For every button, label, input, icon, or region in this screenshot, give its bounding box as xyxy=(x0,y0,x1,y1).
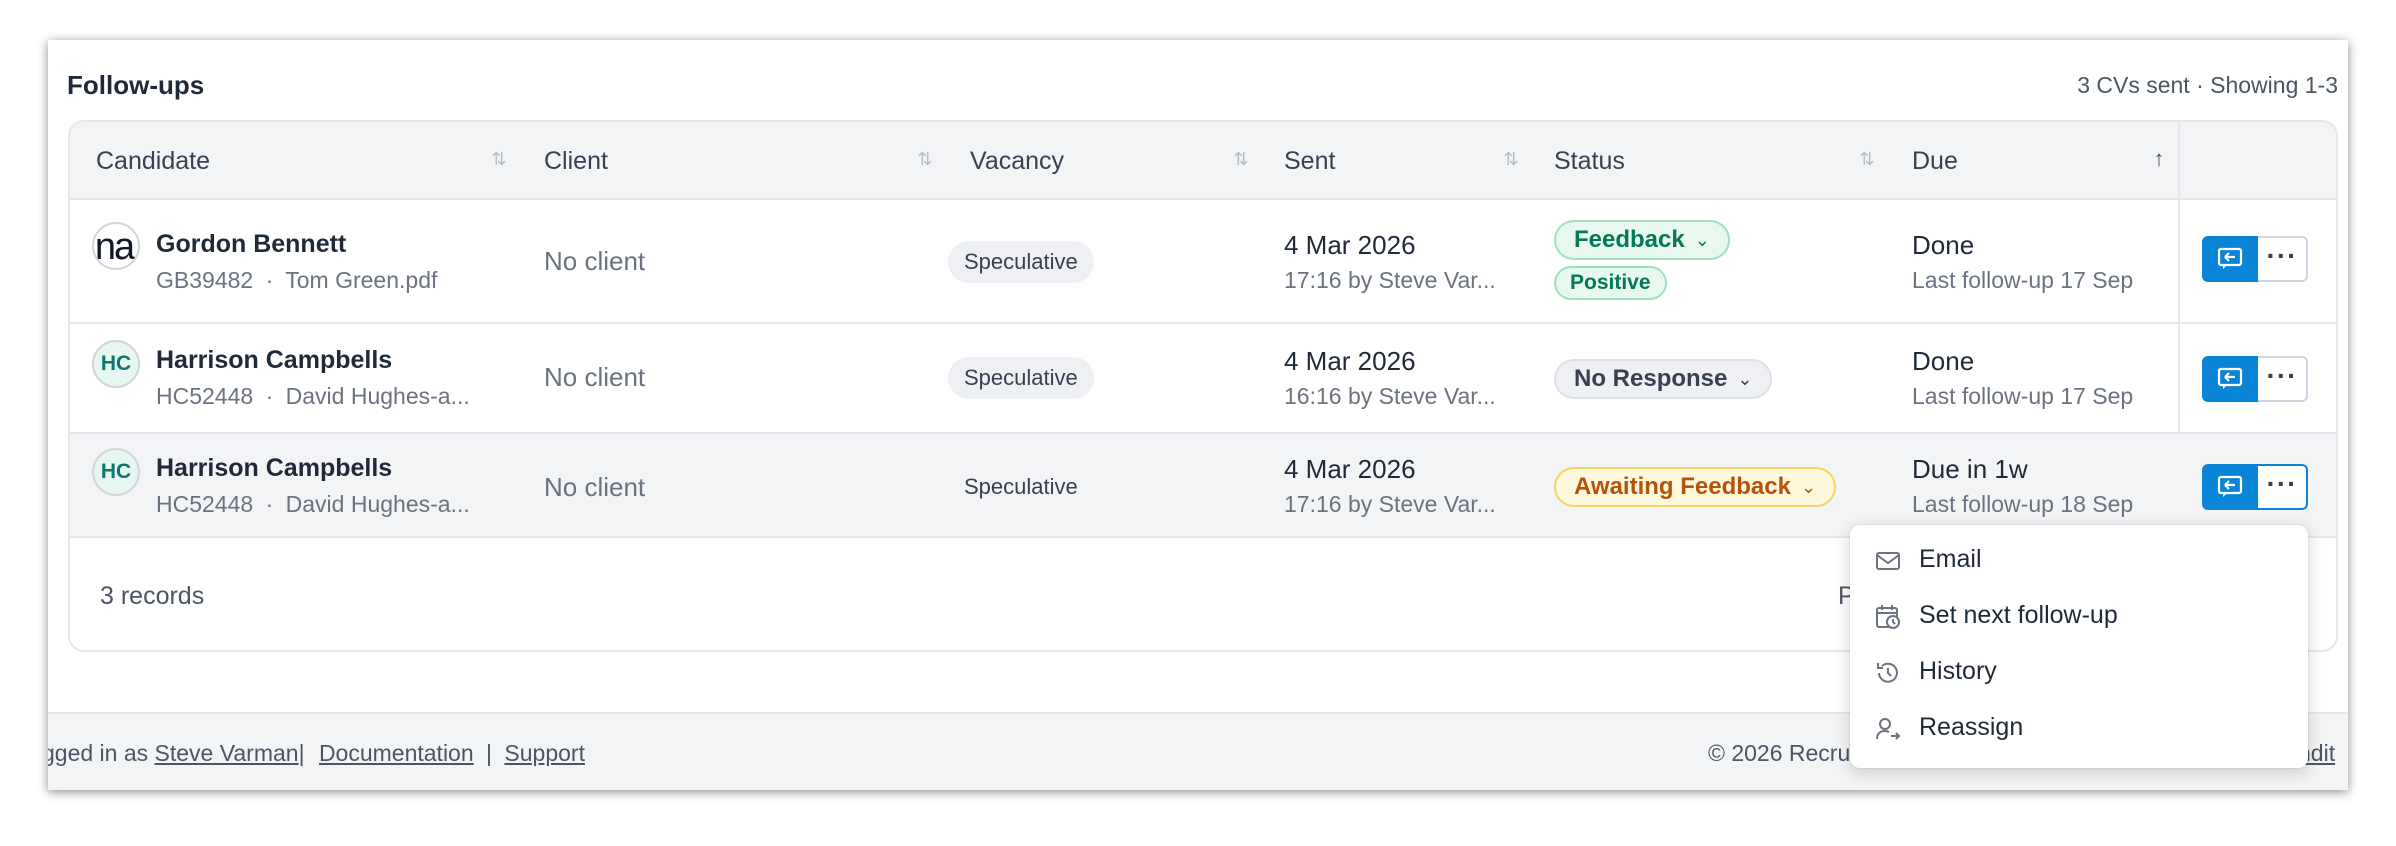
mail-icon xyxy=(1876,552,1900,570)
support-link[interactable]: Support xyxy=(504,740,585,766)
cv-file[interactable]: David Hughes-a... xyxy=(286,383,470,409)
sent-by: 16:16 by Steve Var... xyxy=(1284,383,1496,409)
reply-icon xyxy=(2217,475,2243,497)
cv-file[interactable]: Tom Green.pdf xyxy=(285,267,437,293)
sort-icon[interactable]: ⇅ xyxy=(490,146,508,172)
sort-icon[interactable]: ⇅ xyxy=(1232,146,1250,172)
more-actions-button[interactable]: ··· xyxy=(2258,464,2308,510)
client-cell: No client xyxy=(544,362,646,392)
logged-in-label: gged in as xyxy=(48,740,149,766)
panel-title: Follow-ups xyxy=(67,70,205,100)
menu-item-history[interactable]: History xyxy=(1850,645,2308,701)
footer-left: gged in as Steve Varman| Documentation |… xyxy=(48,740,585,767)
client-cell: No client xyxy=(544,472,646,502)
more-actions-button[interactable]: ··· xyxy=(2258,236,2308,282)
status-label: Feedback xyxy=(1574,226,1685,253)
candidate-details: HC52448 · David Hughes-a... xyxy=(156,383,470,410)
table-header: Candidate ⇅ Client ⇅ Vacancy ⇅ Sent ⇅ St… xyxy=(70,122,2336,200)
follow-up-button[interactable] xyxy=(2202,356,2258,402)
reply-icon xyxy=(2217,367,2243,389)
column-header-sent[interactable]: Sent xyxy=(1284,122,1335,200)
menu-item-label: Set next follow-up xyxy=(1919,601,2118,629)
vacancy-pill: Speculative xyxy=(948,241,1094,283)
sent-date: 4 Mar 2026 xyxy=(1284,454,1416,484)
candidate-name[interactable]: Harrison Campbells xyxy=(156,346,392,375)
row-actions: ··· xyxy=(2202,356,2308,402)
menu-item-email[interactable]: Email xyxy=(1850,533,2308,589)
client-cell: No client xyxy=(544,246,646,276)
avatar: na xyxy=(92,222,140,270)
candidate-ref: GB39482 xyxy=(156,267,254,293)
candidate-details: HC52448 · David Hughes-a... xyxy=(156,491,470,518)
row-actions: ··· xyxy=(2202,464,2308,510)
documentation-link[interactable]: Documentation xyxy=(319,740,474,766)
sent-by: 17:16 by Steve Var... xyxy=(1284,491,1496,517)
status-dropdown[interactable]: Awaiting Feedback ⌄ xyxy=(1554,467,1837,507)
cv-file[interactable]: David Hughes-a... xyxy=(286,491,470,517)
table-row[interactable]: HC Harrison Campbells HC52448 · David Hu… xyxy=(70,324,2336,434)
status-dropdown[interactable]: No Response ⌄ xyxy=(1554,359,1773,399)
reply-icon xyxy=(2217,247,2243,269)
sort-icon[interactable]: ⇅ xyxy=(916,146,934,172)
sort-icon[interactable]: ⇅ xyxy=(1502,146,1520,172)
vacancy-pill: Speculative xyxy=(948,357,1094,399)
column-header-candidate[interactable]: Candidate xyxy=(96,122,210,200)
sort-ascending-icon[interactable]: ↑ xyxy=(2150,146,2168,172)
follow-up-button[interactable] xyxy=(2202,464,2258,510)
due-status: Done xyxy=(1912,346,1975,376)
separator: · xyxy=(265,267,274,293)
more-actions-menu: Email Set next follow-up History Reassig… xyxy=(1850,525,2308,768)
user-reassign-icon xyxy=(1876,718,1901,740)
candidate-ref: HC52448 xyxy=(156,383,254,409)
sent-date: 4 Mar 2026 xyxy=(1284,230,1416,260)
records-count: 3 records xyxy=(100,582,205,610)
status-dropdown[interactable]: Feedback ⌄ xyxy=(1554,220,1730,260)
menu-item-set-next-follow-up[interactable]: Set next follow-up xyxy=(1850,589,2308,645)
candidate-name[interactable]: Harrison Campbells xyxy=(156,454,392,483)
history-icon xyxy=(1877,662,1898,683)
avatar: HC xyxy=(92,448,140,496)
calendar-clock-icon xyxy=(1876,605,1900,629)
last-follow-up: Last follow-up 17 Sep xyxy=(1912,383,2134,409)
menu-item-reassign[interactable]: Reassign xyxy=(1850,701,2308,757)
table-row[interactable]: HC Harrison Campbells HC52448 · David Hu… xyxy=(70,434,2336,538)
table-row[interactable]: na Gordon Bennett GB39482 · Tom Green.pd… xyxy=(70,200,2336,324)
menu-item-label: Reassign xyxy=(1919,713,2024,741)
status-label: No Response xyxy=(1574,365,1728,392)
separator: · xyxy=(265,491,274,517)
candidate-ref: HC52448 xyxy=(156,491,254,517)
user-link[interactable]: Steve Varman xyxy=(155,740,299,766)
last-follow-up: Last follow-up 17 Sep xyxy=(1912,267,2134,293)
panel-meta: 3 CVs sent · Showing 1-3 xyxy=(2077,72,2338,98)
sort-icon[interactable]: ⇅ xyxy=(1858,146,1876,172)
vacancy-pill: Speculative xyxy=(964,474,1078,499)
chevron-down-icon: ⌄ xyxy=(1800,477,1817,497)
separator: · xyxy=(265,383,274,409)
due-status: Done xyxy=(1912,230,1975,260)
sent-by: 17:16 by Steve Var... xyxy=(1284,267,1496,293)
chevron-down-icon: ⌄ xyxy=(1694,230,1710,250)
column-header-vacancy[interactable]: Vacancy xyxy=(970,122,1064,200)
footer-separator: | xyxy=(298,740,305,766)
status-label: Awaiting Feedback xyxy=(1574,473,1791,500)
feedback-result-badge: Positive xyxy=(1554,266,1667,300)
avatar: HC xyxy=(92,340,140,388)
copyright: © 2026 Recru xyxy=(1708,740,1851,766)
column-header-due[interactable]: Due xyxy=(1912,122,1958,200)
sent-date: 4 Mar 2026 xyxy=(1284,346,1416,376)
follow-up-button[interactable] xyxy=(2202,236,2258,282)
last-follow-up: Last follow-up 18 Sep xyxy=(1912,491,2134,517)
row-actions: ··· xyxy=(2202,236,2308,282)
more-actions-button[interactable]: ··· xyxy=(2258,356,2308,402)
candidate-name[interactable]: Gordon Bennett xyxy=(156,230,346,259)
due-status: Due in 1w xyxy=(1912,454,2028,484)
column-header-status[interactable]: Status xyxy=(1554,122,1625,200)
menu-item-label: History xyxy=(1919,657,1997,685)
footer-separator: | xyxy=(486,740,493,766)
chevron-down-icon: ⌄ xyxy=(1737,369,1753,389)
menu-item-label: Email xyxy=(1919,545,1982,573)
candidate-details: GB39482 · Tom Green.pdf xyxy=(156,267,437,294)
column-header-client[interactable]: Client xyxy=(544,122,608,200)
